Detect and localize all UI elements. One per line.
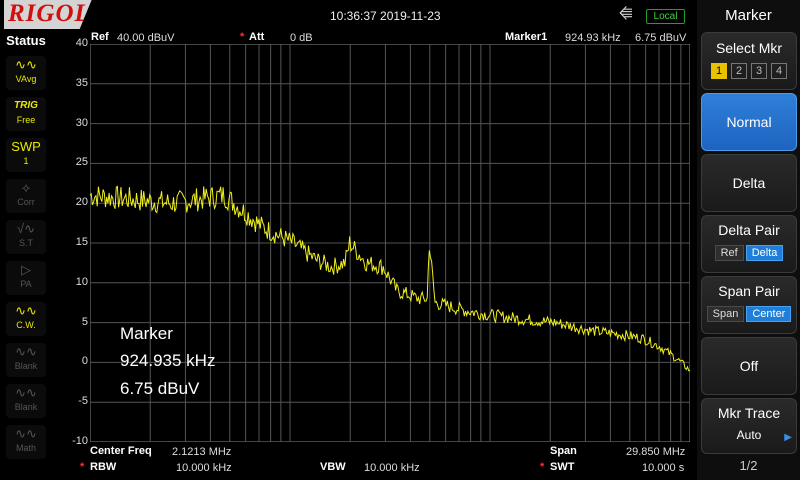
status-label: Math (15, 443, 36, 453)
delta-pair-label: Delta Pair (718, 222, 780, 238)
cw-icon: ∿∿ (15, 303, 37, 318)
status-pa: ▷ PA (6, 261, 46, 295)
marker-readout-ampl: 6.75 dBuV (635, 32, 687, 44)
y-tick-label: 25 (75, 156, 88, 169)
menu-page-indicator[interactable]: 1/2 (697, 458, 800, 473)
off-button[interactable]: Off (701, 337, 797, 395)
span-pair-button[interactable]: Span Pair Span Center (701, 276, 797, 334)
sweep-icon: SWP (11, 139, 41, 154)
y-tick-label: 5 (81, 315, 88, 328)
marker-number-1[interactable]: 1 (711, 63, 727, 79)
trace-avg-icon: ∿∿ (15, 57, 37, 72)
ref-level-label: Ref (91, 31, 109, 43)
marker-number-group: 1234 (702, 61, 796, 79)
span-value[interactable]: 29.850 MHz (626, 446, 685, 458)
y-tick-label: 20 (75, 196, 88, 209)
delta-pair-option-delta[interactable]: Delta (745, 245, 784, 261)
marker-readout-freq: 924.93 kHz (565, 32, 621, 44)
marker-number-4[interactable]: 4 (771, 63, 787, 79)
y-tick-label: 0 (81, 355, 88, 368)
usb-icon: ⭅ (619, 6, 633, 23)
center-freq-label: Center Freq (90, 445, 152, 457)
status-corr: ⟡ Corr (6, 179, 46, 213)
corr-icon: ⟡ (21, 180, 31, 195)
delta-pair-button[interactable]: Delta Pair Ref Delta (701, 215, 797, 273)
marker-number-3[interactable]: 3 (751, 63, 767, 79)
span-pair-options: Span Center (702, 304, 796, 322)
y-axis-labels: 40 35 30 25 20 15 10 5 0 -5 -10 (52, 0, 90, 480)
marker-overlay-title: Marker (120, 324, 173, 343)
mkr-trace-button[interactable]: Mkr Trace Auto ▶ (701, 398, 797, 454)
swt-star: * (540, 461, 545, 473)
ref-level-value[interactable]: 40.00 dBuV (117, 32, 175, 44)
y-tick-label: -10 (72, 435, 88, 447)
y-tick-label: 15 (75, 236, 88, 248)
normal-button[interactable]: Normal (701, 93, 797, 151)
att-star: * (240, 31, 245, 43)
status-st: √∿ S.T (6, 220, 46, 254)
status-blank1: ∿∿ Blank (6, 343, 46, 377)
delta-button[interactable]: Delta (701, 154, 797, 212)
marker-number-2[interactable]: 2 (731, 63, 747, 79)
status-label: PA (20, 279, 32, 289)
delta-pair-options: Ref Delta (702, 243, 796, 261)
trig-icon: TRIG (14, 100, 38, 111)
marker-overlay-ampl: 6.75 dBuV (120, 379, 200, 398)
span-label: Span (550, 445, 577, 457)
arrow-right-icon: ▶ (784, 432, 792, 443)
menu-title: Marker (725, 7, 772, 24)
marker-overlay-freq: 924.935 kHz (120, 351, 216, 370)
status-math: ∿∿ Math (6, 425, 46, 459)
y-tick-label: 10 (75, 275, 88, 288)
select-mkr-label: Select Mkr (715, 40, 783, 56)
rbw-star: * (80, 461, 85, 473)
span-pair-option-span[interactable]: Span (706, 306, 745, 322)
status-trig: TRIG Free (6, 97, 46, 131)
attenuation-value[interactable]: 0 dB (290, 32, 313, 44)
delta-pair-option-ref[interactable]: Ref (714, 245, 744, 261)
status-label: VAvg (15, 74, 37, 84)
mkr-trace-label: Mkr Trace (717, 405, 781, 421)
rbw-label: RBW (90, 461, 117, 473)
span-pair-option-center[interactable]: Center (746, 306, 792, 322)
center-freq-value[interactable]: 2.1213 MHz (172, 446, 231, 458)
status-label: Blank (14, 361, 38, 371)
status-sweep: SWP 1 (6, 138, 46, 172)
status-trace-avg: ∿∿ VAvg (6, 56, 46, 90)
math-icon: ∿∿ (15, 426, 37, 441)
select-mkr-button[interactable]: Select Mkr 1234 (701, 32, 797, 90)
status-title: Status (6, 33, 46, 48)
span-pair-label: Span Pair (718, 283, 780, 299)
local-badge[interactable]: Local (646, 9, 685, 24)
attenuation-label: Att (249, 31, 265, 43)
y-tick-label: -5 (78, 395, 88, 408)
status-label: C.W. (16, 320, 36, 330)
status-blank2: ∿∿ Blank (6, 384, 46, 418)
vbw-label: VBW (320, 461, 346, 473)
st-icon: √∿ (16, 221, 36, 236)
status-label: Free (16, 115, 36, 125)
marker-readout-label: Marker1 (505, 31, 548, 43)
pa-icon: ▷ (21, 262, 31, 277)
status-label: Corr (17, 197, 35, 207)
status-cw: ∿∿ C.W. (6, 302, 46, 336)
y-tick-label: 35 (75, 76, 88, 89)
mkr-trace-value: Auto (736, 428, 762, 442)
swt-label: SWT (550, 461, 575, 473)
y-tick-label: 40 (75, 37, 88, 49)
blank1-icon: ∿∿ (15, 344, 37, 359)
rbw-value[interactable]: 10.000 kHz (176, 462, 232, 474)
vbw-value[interactable]: 10.000 kHz (364, 462, 420, 474)
date-time: 10:36:37 2019-11-23 (330, 9, 441, 23)
status-label: S.T (18, 238, 33, 248)
blank2-icon: ∿∿ (15, 385, 37, 400)
swt-value[interactable]: 10.000 s (642, 462, 684, 474)
status-label: 1 (23, 156, 29, 166)
y-tick-label: 30 (75, 116, 88, 129)
status-label: Blank (14, 402, 38, 412)
